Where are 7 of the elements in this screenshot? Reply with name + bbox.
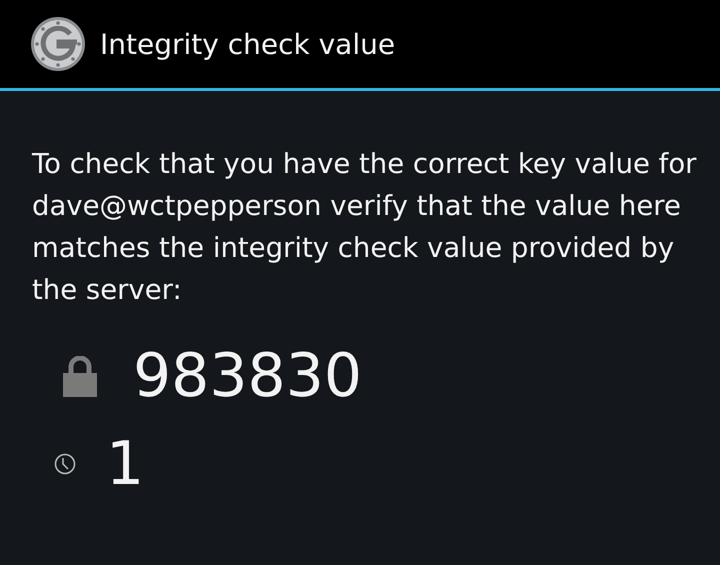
window-title: Integrity check value — [100, 28, 396, 60]
counter-value: 1 — [106, 429, 144, 499]
clock-icon — [54, 453, 76, 475]
message-text: To check that you have the correct key value for dave@wctpepperson verify that the value here matches the integrity check value provided by the server: — [32, 147, 698, 308]
app-logo-icon — [30, 16, 86, 72]
lock-icon — [63, 356, 97, 396]
check-value: 983830 — [133, 341, 362, 411]
